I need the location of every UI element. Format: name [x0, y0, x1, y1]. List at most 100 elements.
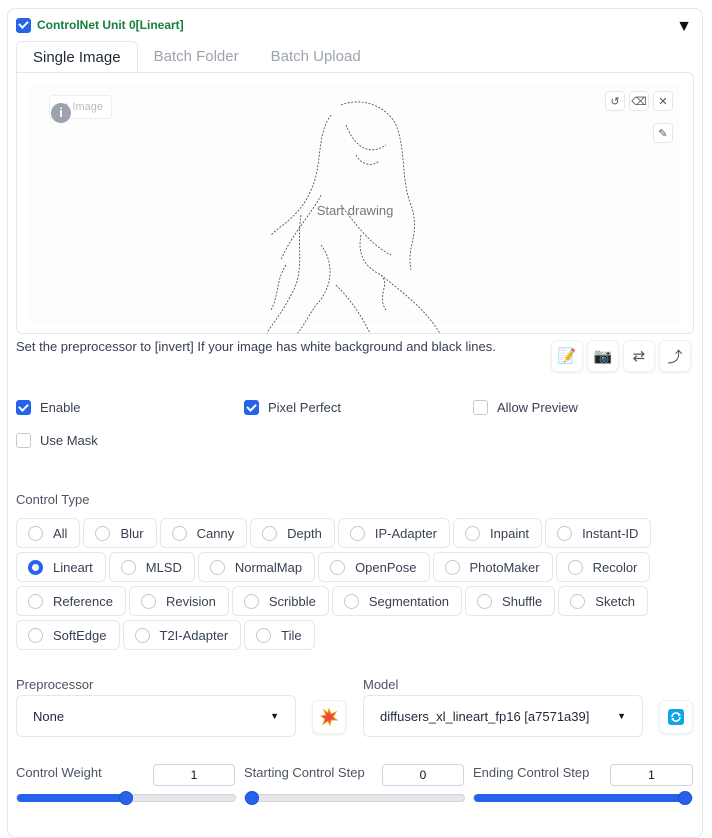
pixel-perfect-checkbox[interactable] — [244, 400, 259, 415]
radio-dot[interactable] — [28, 525, 43, 541]
preprocessor-value[interactable]: None — [33, 709, 64, 724]
control-type-option-ip-adapter[interactable]: IP-Adapter — [337, 518, 451, 548]
control-type-option-openpose[interactable]: OpenPose — [318, 552, 430, 582]
undo-icon[interactable]: ↺ — [605, 91, 625, 111]
accordion-header[interactable]: ControlNet Unit 0[Lineart] — [16, 16, 184, 34]
allow-preview-option[interactable]: Allow Preview — [473, 400, 578, 415]
radio-dot[interactable] — [171, 525, 187, 541]
radio-dot[interactable] — [120, 559, 136, 575]
radio-dot[interactable] — [343, 593, 359, 609]
drawing-area[interactable]: ▣ Image i ↺ ⌫ ✕ ✎ Start drawing — [29, 83, 681, 333]
control-type-option-blur[interactable]: Blur — [83, 518, 157, 548]
chevron-down-icon[interactable]: ▼ — [617, 711, 626, 721]
control-weight-slider[interactable] — [16, 791, 236, 805]
chevron-down-icon[interactable]: ▼ — [270, 711, 279, 721]
radio-label[interactable]: Instant-ID — [582, 526, 638, 541]
starting-step-thumb[interactable] — [245, 791, 259, 805]
swap-icon[interactable]: ⇄ — [623, 340, 655, 372]
explosion-icon[interactable] — [312, 700, 346, 734]
allow-preview-label[interactable]: Allow Preview — [497, 400, 578, 415]
radio-label[interactable]: MLSD — [146, 560, 182, 575]
ending-step-thumb[interactable] — [678, 791, 692, 805]
control-type-option-softedge[interactable]: SoftEdge — [16, 620, 120, 650]
control-type-option-all[interactable]: All — [16, 518, 81, 548]
radio-dot[interactable] — [567, 559, 583, 575]
unit-enable-checkbox[interactable] — [16, 17, 31, 33]
control-type-option-reference[interactable]: Reference — [16, 586, 126, 616]
brush-icon[interactable]: ✎ — [653, 123, 673, 143]
pixel-perfect-label[interactable]: Pixel Perfect — [268, 400, 341, 415]
control-type-option-lineart[interactable]: Lineart — [16, 552, 106, 582]
enable-option[interactable]: Enable — [16, 400, 80, 415]
radio-dot[interactable] — [465, 525, 481, 541]
radio-label[interactable]: SoftEdge — [53, 628, 107, 643]
control-type-option-inpaint[interactable]: Inpaint — [453, 518, 543, 548]
use-mask-label[interactable]: Use Mask — [40, 433, 98, 448]
refresh-icon[interactable] — [659, 700, 693, 734]
collapse-caret-icon[interactable]: ▼ — [676, 18, 692, 36]
radio-label[interactable]: Recolor — [593, 560, 638, 575]
control-type-option-sketch[interactable]: Sketch — [558, 586, 649, 616]
starting-step-slider[interactable] — [244, 791, 465, 805]
control-type-option-canny[interactable]: Canny — [159, 518, 248, 548]
radio-dot[interactable] — [28, 627, 43, 643]
ending-step-slider[interactable] — [473, 791, 693, 805]
use-mask-checkbox[interactable] — [16, 433, 31, 448]
eraser-icon[interactable]: ⌫ — [629, 91, 649, 111]
radio-label[interactable]: All — [53, 526, 67, 541]
radio-label[interactable]: OpenPose — [355, 560, 416, 575]
radio-dot[interactable] — [444, 559, 460, 575]
radio-dot[interactable] — [330, 559, 346, 575]
radio-label[interactable]: Tile — [281, 628, 301, 643]
radio-dot[interactable] — [140, 593, 156, 609]
allow-preview-checkbox[interactable] — [473, 400, 488, 415]
starting-step-input[interactable]: 0 — [382, 764, 464, 786]
control-type-option-shuffle[interactable]: Shuffle — [465, 586, 556, 616]
preprocessor-dropdown[interactable]: None ▼ — [16, 695, 296, 737]
radio-dot[interactable] — [28, 593, 43, 609]
radio-dot[interactable] — [256, 627, 272, 643]
radio-dot[interactable] — [570, 593, 586, 609]
enable-label[interactable]: Enable — [40, 400, 80, 415]
radio-label[interactable]: IP-Adapter — [375, 526, 437, 541]
ending-step-input[interactable]: 1 — [610, 764, 693, 786]
control-type-option-t2i-adapter[interactable]: T2I-Adapter — [122, 620, 242, 650]
camera-icon[interactable]: 📷 — [587, 340, 619, 372]
enable-checkbox[interactable] — [16, 400, 31, 415]
control-type-option-revision[interactable]: Revision — [128, 586, 229, 616]
radio-dot[interactable] — [557, 525, 573, 541]
pixel-perfect-option[interactable]: Pixel Perfect — [244, 400, 341, 415]
radio-label[interactable]: T2I-Adapter — [160, 628, 229, 643]
control-type-option-recolor[interactable]: Recolor — [555, 552, 651, 582]
control-type-option-segmentation[interactable]: Segmentation — [331, 586, 463, 616]
use-mask-option[interactable]: Use Mask — [16, 433, 98, 448]
tab-batch-folder[interactable]: Batch Folder — [138, 41, 255, 73]
control-type-option-normalmap[interactable]: NormalMap — [197, 552, 316, 582]
control-type-option-mlsd[interactable]: MLSD — [108, 552, 195, 582]
radio-dot[interactable] — [28, 559, 43, 575]
tab-batch-upload[interactable]: Batch Upload — [255, 41, 377, 73]
model-value[interactable]: diffusers_xl_lineart_fp16 [a7571a39] — [380, 709, 589, 724]
radio-label[interactable]: Reference — [53, 594, 113, 609]
radio-label[interactable]: Inpaint — [490, 526, 529, 541]
send-dimensions-icon[interactable]: ⤴ — [659, 340, 691, 372]
radio-label[interactable]: Segmentation — [369, 594, 449, 609]
radio-dot[interactable] — [262, 525, 278, 541]
model-dropdown[interactable]: diffusers_xl_lineart_fp16 [a7571a39] ▼ — [363, 695, 643, 737]
control-type-option-instant-id[interactable]: Instant-ID — [545, 518, 652, 548]
edit-icon[interactable]: 📝 — [551, 340, 583, 372]
radio-label[interactable]: NormalMap — [235, 560, 302, 575]
accordion-title[interactable]: ControlNet Unit 0[Lineart] — [37, 18, 184, 32]
radio-dot[interactable] — [477, 593, 493, 609]
radio-label[interactable]: Shuffle — [502, 594, 542, 609]
image-canvas[interactable]: ▣ Image i ↺ ⌫ ✕ ✎ Start drawing — [16, 72, 694, 334]
radio-label[interactable]: Canny — [197, 526, 235, 541]
radio-label[interactable]: Blur — [120, 526, 143, 541]
radio-dot[interactable] — [95, 525, 111, 541]
control-weight-thumb[interactable] — [119, 791, 133, 805]
control-type-option-photomaker[interactable]: PhotoMaker — [432, 552, 553, 582]
radio-label[interactable]: PhotoMaker — [470, 560, 540, 575]
radio-dot[interactable] — [349, 525, 365, 541]
control-type-option-depth[interactable]: Depth — [250, 518, 335, 548]
radio-dot[interactable] — [243, 593, 259, 609]
